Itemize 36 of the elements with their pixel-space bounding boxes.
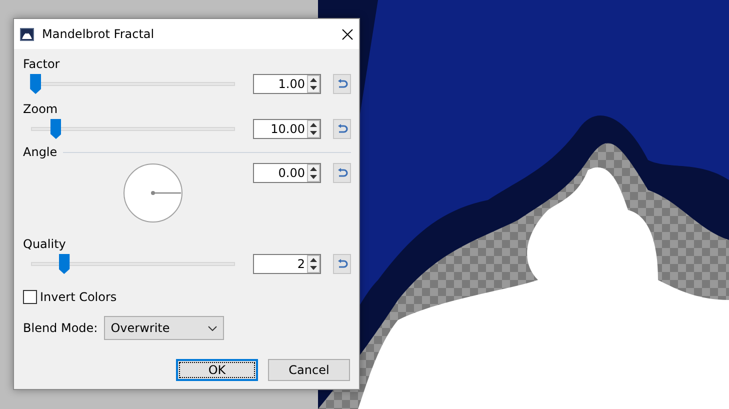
reset-button[interactable] [333, 254, 351, 274]
spin-arrows-icon[interactable] [307, 120, 320, 138]
reset-button[interactable] [333, 119, 351, 139]
chevron-down-icon [208, 326, 217, 330]
dialog-button[interactable]: OK [176, 359, 258, 381]
slider-thumb[interactable] [50, 119, 62, 139]
number-field[interactable]: 10.00 [253, 119, 321, 139]
slider[interactable] [31, 74, 235, 94]
undo-arrow-icon [336, 124, 348, 134]
spin-arrows-icon[interactable] [307, 164, 320, 182]
slider[interactable] [31, 119, 235, 139]
reset-button[interactable] [333, 74, 351, 94]
blend-mode-label: Blend Mode: [23, 321, 98, 335]
slider-label: Quality [23, 237, 67, 251]
blend-mode-dropdown[interactable]: Overwrite [104, 316, 224, 340]
slider-thumb[interactable] [58, 254, 70, 274]
spin-arrows-icon[interactable] [307, 255, 320, 273]
angle-label: Angle [23, 145, 58, 159]
slider[interactable] [31, 254, 235, 274]
spin-arrows-icon[interactable] [307, 75, 320, 93]
undo-arrow-icon [336, 258, 348, 270]
number-field[interactable]: 2 [253, 254, 321, 274]
dialog-button[interactable]: Cancel [268, 359, 350, 381]
undo-arrow-icon [336, 168, 348, 178]
slider-label: Zoom [23, 102, 59, 116]
invert-colors-checkbox[interactable]: Invert Colors [23, 290, 351, 304]
angle-dial[interactable] [123, 163, 183, 223]
number-field[interactable]: 1.00 [253, 74, 321, 94]
reset-button[interactable] [333, 163, 351, 183]
undo-arrow-icon [336, 78, 348, 90]
window-title: Mandelbrot Fractal [42, 27, 156, 41]
slider-label: Factor [23, 57, 61, 71]
number-field[interactable]: 0.00 [253, 163, 321, 183]
slider-thumb[interactable] [30, 74, 42, 94]
close-icon[interactable] [342, 28, 353, 40]
fractal-app-icon [20, 28, 34, 40]
